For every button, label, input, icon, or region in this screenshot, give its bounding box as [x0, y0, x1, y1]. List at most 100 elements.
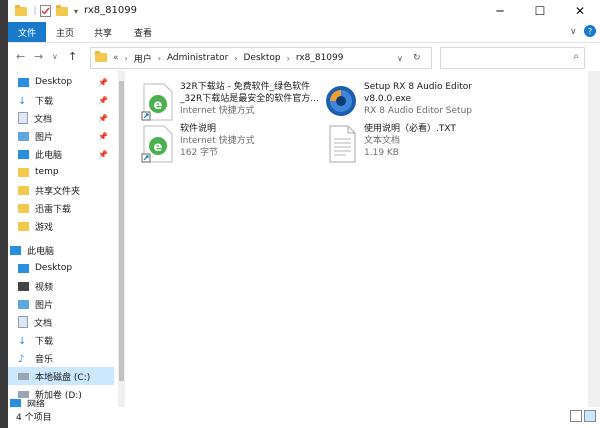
computer-icon: [18, 149, 29, 159]
internet-shortcut-icon: e: [140, 83, 174, 121]
nav-item-videos[interactable]: 视频: [8, 277, 114, 295]
forward-button[interactable]: →: [34, 50, 43, 63]
document-icon: [18, 112, 28, 124]
file-type: Internet 快捷方式: [180, 136, 255, 146]
file-size: 162 字节: [180, 148, 219, 158]
file-item[interactable]: 使用说明（必看）.TXT 文本文档 1.19 KB: [324, 123, 514, 167]
nav-scrollbar[interactable]: [118, 71, 125, 407]
download-icon: ↓: [18, 335, 27, 347]
file-item[interactable]: e 32R下载站 - 免费软件_绿色软件 _32R下载站是最安全的软件官方...…: [140, 81, 330, 125]
expand-ribbon-icon[interactable]: ∨: [570, 25, 577, 39]
content-scrollbar[interactable]: [588, 71, 600, 407]
document-icon: [18, 316, 28, 328]
video-icon: [18, 281, 29, 291]
nav-item-documents[interactable]: 文档 📌: [8, 109, 114, 127]
nav-item-pictures[interactable]: 图片 📌: [8, 127, 114, 145]
file-name: 使用说明（必看）.TXT: [364, 124, 456, 134]
file-name: 软件说明: [180, 124, 217, 134]
desktop-icon: [18, 263, 29, 273]
folder-icon: [18, 167, 29, 177]
pin-icon[interactable]: 📌: [98, 114, 108, 123]
file-item[interactable]: Setup RX 8 Audio Editor v8.0.0.exe RX 8 …: [324, 81, 514, 125]
pin-icon[interactable]: 📌: [98, 150, 108, 159]
desktop-icon: [18, 77, 29, 87]
item-count: 4 个项目: [16, 413, 52, 423]
back-button[interactable]: ←: [16, 50, 25, 63]
nav-item-pc-downloads[interactable]: ↓ 下载: [8, 331, 114, 349]
minimize-button[interactable]: ─: [480, 0, 520, 22]
maximize-button[interactable]: ☐: [520, 0, 560, 22]
nav-item-this-pc[interactable]: 此电脑: [8, 241, 114, 259]
installer-icon: [324, 83, 358, 121]
nav-item-downloads[interactable]: ↓ 下载 📌: [8, 91, 114, 109]
address-bar[interactable]: « › 用户 › Administrator › Desktop › rx8_8…: [90, 47, 432, 69]
nav-item-pc-documents[interactable]: 文档: [8, 313, 114, 331]
folder-icon: [18, 185, 29, 195]
tab-view[interactable]: 查看: [134, 22, 152, 42]
chevron-right-icon: ›: [157, 53, 161, 63]
file-item[interactable]: e 软件说明 Internet 快捷方式 162 字节: [140, 123, 330, 167]
properties-icon[interactable]: [38, 4, 52, 18]
close-button[interactable]: ✕: [560, 0, 600, 22]
svg-text:e: e: [154, 98, 163, 113]
tab-share[interactable]: 共享: [94, 22, 112, 42]
chevron-right-icon: ›: [124, 53, 128, 63]
recent-locations-button[interactable]: ∨: [52, 52, 58, 61]
breadcrumb-item[interactable]: rx8_81099: [296, 53, 344, 63]
scrollbar-thumb[interactable]: [119, 81, 124, 381]
nav-item-shared[interactable]: 共享文件夹: [8, 181, 114, 199]
computer-icon: [10, 245, 21, 255]
tab-file[interactable]: 文件: [8, 22, 46, 42]
explorer-window: | ▾ rx8_81099 ─ ☐ ✕ 文件 主页 共享 查看 ∨ ? ← → …: [8, 0, 600, 428]
file-name-continued: _32R下载站是最安全的软件官方...: [180, 94, 319, 104]
file-name: 32R下载站 - 免费软件_绿色软件: [180, 82, 311, 92]
nav-item-music[interactable]: ♪ 音乐: [8, 349, 114, 367]
drive-icon: [18, 372, 29, 380]
file-name: Setup RX 8 Audio Editor: [364, 82, 472, 92]
pin-icon[interactable]: 📌: [98, 132, 108, 141]
nav-item-desktop[interactable]: Desktop 📌: [8, 73, 114, 91]
pin-icon[interactable]: 📌: [98, 96, 108, 105]
file-list: e 32R下载站 - 免费软件_绿色软件 _32R下载站是最安全的软件官方...…: [126, 71, 588, 407]
internet-shortcut-icon: e: [140, 125, 174, 163]
nav-item-xunlei[interactable]: 迅雷下载: [8, 199, 114, 217]
folder-icon[interactable]: [14, 4, 28, 18]
address-dropdown-icon[interactable]: ∨: [397, 54, 403, 63]
nav-item-this-pc-pinned[interactable]: 此电脑 📌: [8, 145, 114, 163]
picture-icon: [18, 131, 29, 141]
breadcrumb-item[interactable]: 用户: [134, 52, 152, 65]
search-icon: ⌕: [573, 51, 579, 62]
search-input[interactable]: ⌕: [440, 47, 585, 69]
nav-item-games[interactable]: 游戏: [8, 217, 114, 235]
large-icons-view-button[interactable]: [584, 410, 596, 422]
file-type: 文本文档: [364, 136, 401, 146]
music-icon: ♪: [18, 353, 25, 365]
window-title: rx8_81099: [84, 5, 137, 16]
up-button[interactable]: ↑: [68, 50, 77, 63]
text-document-icon: [324, 125, 358, 163]
nav-item-pc-pictures[interactable]: 图片: [8, 295, 114, 313]
nav-item-pc-desktop[interactable]: Desktop: [8, 259, 114, 277]
chevron-right-icon: ›: [286, 53, 290, 63]
navigation-pane: Desktop 📌 ↓ 下载 📌 文档 📌 图片 📌 此电脑 📌 temp 共享文件夹: [8, 71, 118, 407]
picture-icon: [18, 299, 29, 309]
details-view-button[interactable]: [570, 410, 582, 422]
tab-home[interactable]: 主页: [56, 22, 74, 42]
breadcrumb-item[interactable]: Administrator: [167, 53, 228, 63]
folder-icon: [95, 51, 107, 63]
nav-item-drive-c[interactable]: 本地磁盘 (C:): [8, 367, 114, 385]
folder-icon: [18, 221, 29, 231]
title-bar: | ▾ rx8_81099 ─ ☐ ✕: [8, 0, 600, 22]
overflow-crumb[interactable]: «: [113, 53, 119, 63]
new-folder-icon[interactable]: [55, 4, 69, 18]
customize-toolbar-icon[interactable]: ▾: [71, 4, 81, 18]
breadcrumb-item[interactable]: Desktop: [244, 53, 281, 63]
download-icon: ↓: [18, 95, 27, 107]
file-size: 1.19 KB: [364, 148, 399, 158]
nav-item-temp[interactable]: temp: [8, 163, 114, 181]
pin-icon[interactable]: 📌: [98, 78, 108, 87]
help-icon[interactable]: ?: [584, 25, 596, 37]
file-name-continued: v8.0.0.exe: [364, 94, 412, 104]
refresh-button[interactable]: ↻: [413, 53, 421, 63]
ribbon-tabs: 文件 主页 共享 查看 ∨ ?: [8, 22, 600, 43]
